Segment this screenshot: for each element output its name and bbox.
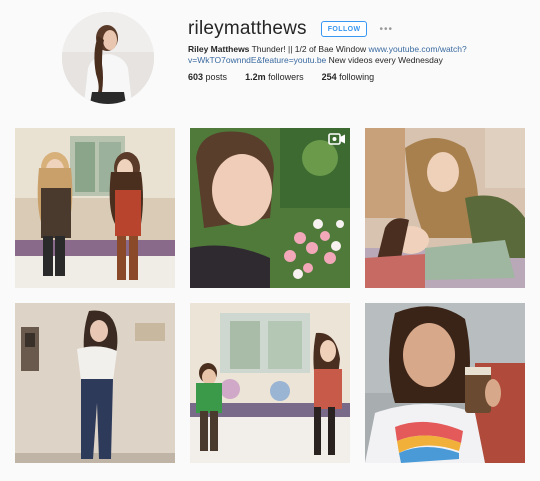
followers-stat[interactable]: 1.2m followers xyxy=(245,72,304,82)
follow-button[interactable]: FOLLOW xyxy=(320,21,368,37)
post-image xyxy=(15,303,175,463)
profile-stats: 603 posts 1.2m followers 254 following xyxy=(188,72,392,82)
followers-label: followers xyxy=(268,72,304,82)
following-label: following xyxy=(339,72,375,82)
post-tile[interactable] xyxy=(15,128,175,288)
post-image xyxy=(190,128,350,288)
username: rileymatthews xyxy=(188,18,307,39)
post-image xyxy=(365,303,525,463)
post-tile[interactable] xyxy=(365,128,525,288)
username-row: rileymatthews FOLLOW ••• xyxy=(188,18,393,40)
video-camera-icon xyxy=(328,133,345,145)
following-count: 254 xyxy=(321,72,337,82)
bio-text: Thunder! || 1/2 of Bae Window xyxy=(249,44,369,54)
post-tile[interactable] xyxy=(365,303,525,463)
post-tile[interactable] xyxy=(190,128,350,288)
posts-count: 603 xyxy=(188,72,204,82)
followers-count: 1.2m xyxy=(245,72,266,82)
more-options-icon[interactable]: ••• xyxy=(379,24,393,35)
profile-page: rileymatthews FOLLOW ••• Riley Matthews … xyxy=(0,0,540,481)
post-tile[interactable] xyxy=(190,303,350,463)
post-tile[interactable] xyxy=(15,303,175,463)
avatar[interactable] xyxy=(62,12,154,104)
full-name: Riley Matthews xyxy=(188,44,250,54)
posts-stat: 603 posts xyxy=(188,72,227,82)
post-image xyxy=(365,128,525,288)
bio: Riley Matthews Thunder! || 1/2 of Bae Wi… xyxy=(188,44,478,66)
post-image xyxy=(190,303,350,463)
posts-label: posts xyxy=(205,72,228,82)
following-stat[interactable]: 254 following xyxy=(322,72,375,82)
bio-tail: New videos every Wednesday xyxy=(326,55,443,65)
post-image xyxy=(15,128,175,288)
